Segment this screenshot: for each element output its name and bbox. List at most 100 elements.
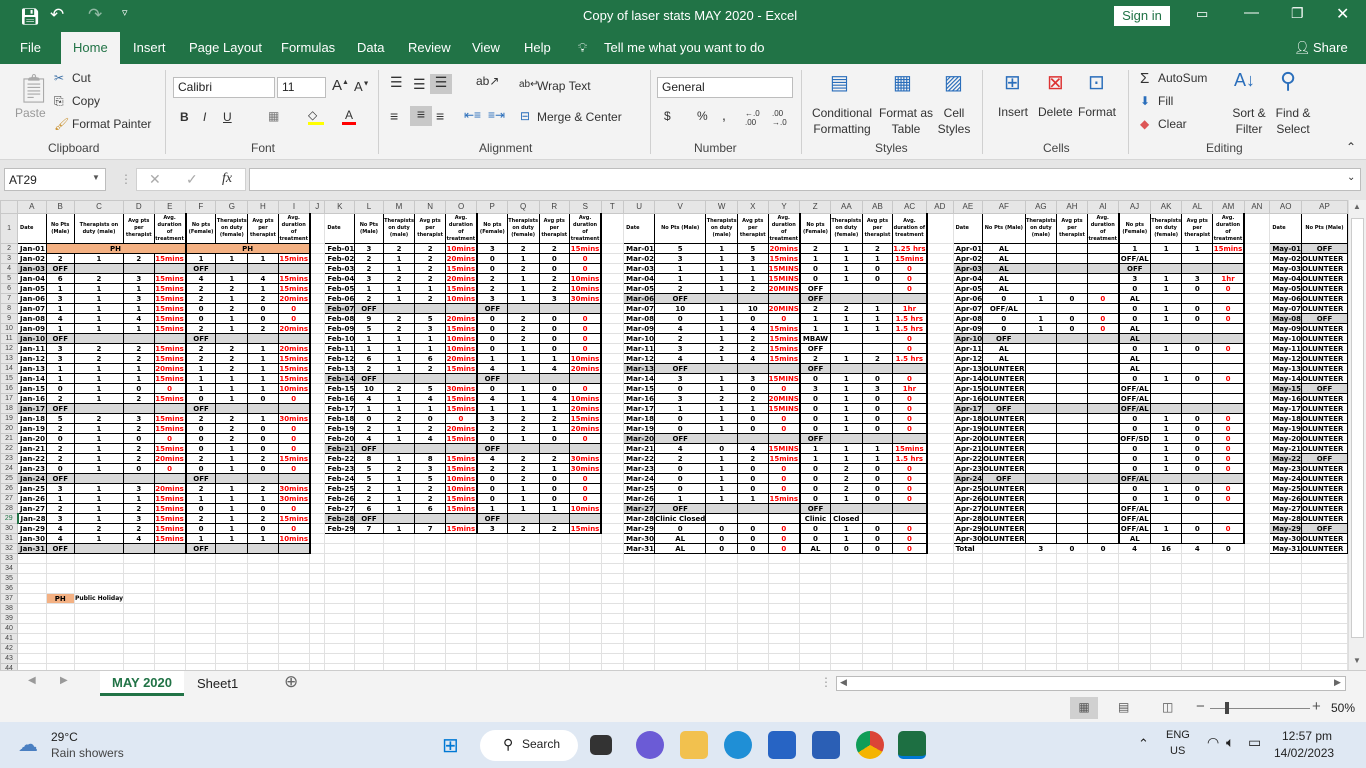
region-indicator[interactable]: US [1170, 745, 1185, 757]
share-icon[interactable]: 👤︎ [1294, 40, 1311, 56]
empty-cell[interactable] [892, 603, 928, 614]
empty-cell[interactable] [354, 543, 384, 554]
data-cell[interactable] [1181, 383, 1214, 394]
data-cell[interactable]: 3 [45, 343, 75, 354]
empty-cell[interactable] [952, 603, 984, 614]
data-cell[interactable]: OFF/AL [1118, 383, 1151, 394]
empty-cell[interactable] [926, 613, 954, 624]
empty-cell[interactable] [247, 603, 279, 614]
data-cell[interactable]: 3 [538, 293, 571, 304]
data-cell[interactable]: 15mins [444, 393, 478, 404]
page-break-view-icon[interactable]: ◫ [1162, 700, 1173, 714]
date-cell[interactable]: Apr-02 [952, 253, 984, 264]
row-header-16[interactable]: 16 [0, 383, 19, 394]
empty-cell[interactable] [799, 563, 831, 574]
empty-cell[interactable] [569, 543, 602, 554]
row-header-7[interactable]: 7 [0, 293, 19, 304]
date-cell[interactable]: Feb-20 [324, 433, 356, 444]
data-cell[interactable]: 4 [654, 443, 707, 454]
data-cell[interactable]: 0 [982, 293, 1026, 304]
empty-cell[interactable] [1269, 643, 1302, 654]
data-cell[interactable]: 10mins [444, 243, 478, 254]
data-cell[interactable]: 0 [799, 473, 831, 484]
data-cell[interactable] [1181, 293, 1214, 304]
empty-cell[interactable] [1269, 563, 1302, 574]
empty-cell[interactable] [1243, 423, 1271, 434]
empty-cell[interactable] [17, 593, 47, 604]
data-cell[interactable]: 0 [1212, 433, 1246, 444]
empty-cell[interactable] [1024, 643, 1058, 654]
prev-sheet-icon[interactable]: ◀ [28, 675, 36, 686]
empty-cell[interactable] [926, 383, 954, 394]
empty-cell[interactable] [926, 563, 954, 574]
date-cell[interactable]: May-02 [1269, 253, 1302, 264]
column-header-g[interactable]: G [215, 200, 249, 214]
empty-cell[interactable] [1269, 653, 1302, 664]
data-cell[interactable]: 2 [45, 253, 75, 264]
data-cell[interactable]: 5 [45, 413, 75, 424]
empty-cell[interactable] [1056, 563, 1088, 574]
data-cell[interactable]: 1 [215, 373, 249, 384]
data-cell[interactable]: 15mins [892, 253, 928, 264]
data-cell[interactable] [73, 333, 125, 344]
empty-cell[interactable] [799, 593, 831, 604]
data-cell[interactable]: 3 [45, 293, 75, 304]
data-cell[interactable]: 2 [215, 353, 249, 364]
data-cell[interactable]: OFF [1301, 383, 1348, 394]
total-cell[interactable]: Total [952, 543, 984, 554]
empty-cell[interactable] [600, 363, 625, 374]
data-cell[interactable] [1024, 343, 1058, 354]
date-cell[interactable]: Jan-13 [17, 363, 47, 374]
empty-cell[interactable] [123, 593, 155, 604]
empty-cell[interactable] [600, 373, 625, 384]
data-cell[interactable]: OLUNTEER [982, 383, 1026, 394]
data-cell[interactable] [1024, 463, 1058, 474]
date-cell[interactable]: Feb-18 [324, 413, 356, 424]
empty-cell[interactable] [861, 573, 894, 584]
data-cell[interactable]: 2 [705, 343, 738, 354]
empty-cell[interactable] [277, 553, 311, 564]
empty-cell[interactable] [17, 583, 47, 594]
data-cell[interactable]: 1 [829, 393, 863, 404]
data-cell[interactable]: 1 [705, 283, 738, 294]
data-cell[interactable]: 0 [1181, 483, 1214, 494]
data-cell[interactable]: 3 [799, 383, 831, 394]
data-cell[interactable]: 30mins [277, 483, 311, 494]
data-cell[interactable] [736, 293, 769, 304]
data-cell[interactable]: 20mins [153, 363, 187, 374]
empty-cell[interactable] [1243, 413, 1271, 424]
empty-cell[interactable] [153, 613, 187, 624]
data-cell[interactable]: 3 [123, 513, 155, 524]
empty-cell[interactable] [952, 583, 984, 594]
data-cell[interactable]: 15mins [277, 453, 311, 464]
data-cell[interactable]: 1 [123, 323, 155, 334]
empty-cell[interactable] [861, 643, 894, 654]
data-cell[interactable]: 4 [354, 433, 384, 444]
data-cell[interactable]: 0 [153, 463, 187, 474]
data-cell[interactable]: 0 [247, 423, 279, 434]
store-icon[interactable] [768, 731, 796, 759]
empty-cell[interactable] [215, 603, 249, 614]
empty-cell[interactable] [17, 653, 47, 664]
data-cell[interactable]: 0 [767, 313, 801, 324]
empty-cell[interactable] [1269, 613, 1302, 624]
date-cell[interactable]: May-14 [1269, 373, 1302, 384]
data-cell[interactable]: 0 [1086, 293, 1120, 304]
data-cell[interactable]: 20mins [277, 293, 311, 304]
date-cell[interactable]: Mar-19 [623, 423, 656, 434]
data-cell[interactable]: 0 [861, 373, 894, 384]
date-cell[interactable]: Mar-11 [623, 343, 656, 354]
data-cell[interactable]: 0 [654, 463, 707, 474]
empty-cell[interactable] [506, 633, 540, 644]
data-cell[interactable]: 0 [705, 443, 738, 454]
empty-cell[interactable] [1243, 363, 1271, 374]
column-header-b[interactable]: B [45, 200, 75, 214]
data-cell[interactable]: 3 [476, 243, 508, 254]
data-cell[interactable]: 1 [73, 433, 125, 444]
row-header-5[interactable]: 5 [0, 273, 19, 284]
data-cell[interactable]: AL [982, 283, 1026, 294]
data-cell[interactable]: 0 [476, 383, 508, 394]
data-cell[interactable]: 1 [1181, 243, 1214, 254]
empty-cell[interactable] [414, 553, 446, 564]
date-cell[interactable]: Apr-12 [952, 353, 984, 364]
